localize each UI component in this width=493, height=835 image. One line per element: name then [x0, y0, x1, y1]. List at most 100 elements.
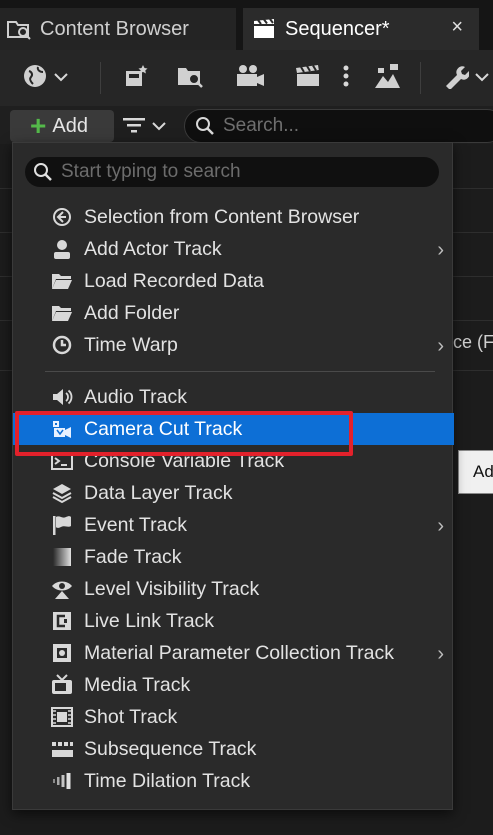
- menu-item-level-visibility-track[interactable]: Level Visibility Track: [13, 573, 454, 605]
- menu-item-add-actor-track[interactable]: Add Actor Track ›: [13, 233, 454, 265]
- filter-button[interactable]: [122, 114, 174, 140]
- tree-hierarchy-icon: [372, 62, 402, 95]
- menu-item-label: Media Track: [84, 673, 191, 696]
- save-sequence-icon: [123, 63, 149, 94]
- chevron-down-icon: [475, 69, 489, 87]
- close-icon[interactable]: ×: [451, 16, 463, 39]
- chevron-right-icon: ›: [437, 643, 444, 665]
- menu-item-label: Time Dilation Track: [84, 769, 251, 792]
- search-icon: [195, 116, 215, 136]
- menu-item-camera-cut-track[interactable]: Camera Cut Track: [13, 413, 454, 445]
- playback-options-button[interactable]: [290, 60, 326, 96]
- camera-cut-icon: [51, 418, 73, 440]
- menu-item-data-layer-track[interactable]: Data Layer Track: [13, 477, 454, 509]
- track-search-input[interactable]: Search...: [184, 109, 493, 143]
- menu-item-label: Subsequence Track: [84, 737, 257, 760]
- menu-item-shot-track[interactable]: Shot Track: [13, 701, 454, 733]
- console-icon: [51, 450, 73, 472]
- folder-open-icon: [51, 270, 73, 292]
- add-label: Add: [52, 114, 88, 137]
- folder-icon: [51, 302, 73, 324]
- menu-item-live-link-track[interactable]: Live Link Track: [13, 605, 454, 637]
- menu-item-label: Time Warp: [84, 333, 178, 356]
- menu-item-selection-from-content-browser[interactable]: Selection from Content Browser: [13, 201, 454, 233]
- render-movie-icon: [234, 63, 266, 94]
- menu-item-label: Add Actor Track: [84, 237, 222, 260]
- live-link-icon: [51, 610, 73, 632]
- menu-search-input[interactable]: Start typing to search: [25, 157, 439, 187]
- track-controls-row: + Add Search...: [0, 106, 493, 144]
- clapperboard-icon: [251, 17, 277, 41]
- visibility-icon: [51, 578, 73, 600]
- layers-icon: [51, 482, 73, 504]
- more-vertical-icon: [342, 64, 350, 93]
- more-options-button[interactable]: [334, 60, 358, 96]
- chevron-down-icon: [152, 118, 166, 136]
- background-track-text: ce (Fo: [453, 332, 493, 352]
- tooltip: Ad: [458, 450, 493, 494]
- filter-icon: [122, 115, 146, 140]
- menu-item-label: Fade Track: [84, 545, 182, 568]
- save-sequence-button[interactable]: [118, 60, 154, 96]
- globe-icon: [22, 63, 48, 94]
- chevron-right-icon: ›: [437, 335, 444, 357]
- menu-item-label: Data Layer Track: [84, 481, 233, 504]
- menu-item-label: Load Recorded Data: [84, 269, 264, 292]
- menu-item-label: Camera Cut Track: [84, 417, 243, 440]
- hierarchy-button[interactable]: [368, 60, 406, 96]
- folder-search-icon: [6, 17, 32, 41]
- menu-item-label: Add Folder: [84, 301, 180, 324]
- world-options-button[interactable]: [16, 60, 74, 96]
- search-placeholder: Search...: [223, 115, 300, 136]
- film-strip-icon: [51, 706, 73, 728]
- flag-icon: [51, 514, 73, 536]
- menu-item-load-recorded-data[interactable]: Load Recorded Data: [13, 265, 454, 297]
- menu-item-console-variable-track[interactable]: Console Variable Track: [13, 445, 454, 477]
- menu-item-subsequence-track[interactable]: Subsequence Track: [13, 733, 454, 765]
- fade-icon: [51, 546, 73, 568]
- menu-item-event-track[interactable]: Event Track ›: [13, 509, 454, 541]
- menu-item-label: Material Parameter Collection Track: [84, 641, 394, 664]
- search-icon: [33, 162, 53, 182]
- sequencer-toolbar: [0, 50, 493, 106]
- menu-item-add-folder[interactable]: Add Folder: [13, 297, 454, 329]
- menu-divider: [45, 371, 435, 372]
- tv-icon: [51, 674, 73, 696]
- menu-item-time-dilation-track[interactable]: Time Dilation Track: [13, 765, 454, 797]
- speaker-icon: [51, 386, 73, 408]
- menu-item-label: Selection from Content Browser: [84, 205, 360, 228]
- menu-item-label: Console Variable Track: [84, 449, 285, 472]
- menu-item-material-parameter-collection-track[interactable]: Material Parameter Collection Track ›: [13, 637, 454, 669]
- tab-content-browser[interactable]: Content Browser: [0, 8, 236, 50]
- menu-item-label: Live Link Track: [84, 609, 215, 632]
- chevron-right-icon: ›: [437, 515, 444, 537]
- time-warp-icon: [51, 334, 73, 356]
- render-movie-button[interactable]: [230, 60, 270, 96]
- add-track-menu: Start typing to search Selection from Co…: [12, 142, 454, 810]
- plus-icon: +: [30, 110, 47, 141]
- toolbar-divider: [420, 62, 421, 94]
- menu-item-label: Event Track: [84, 513, 187, 536]
- subsequence-icon: [51, 738, 73, 760]
- material-icon: [51, 642, 73, 664]
- wrench-icon: [443, 63, 470, 94]
- arrow-circle-icon: [51, 206, 73, 228]
- menu-item-media-track[interactable]: Media Track: [13, 669, 454, 701]
- menu-item-label: Audio Track: [84, 385, 187, 408]
- menu-item-label: Shot Track: [84, 705, 178, 728]
- find-in-browser-icon: [176, 63, 204, 94]
- tab-sequencer[interactable]: Sequencer* ×: [243, 8, 479, 50]
- tools-button[interactable]: [436, 60, 493, 96]
- menu-item-label: Level Visibility Track: [84, 577, 260, 600]
- add-track-button[interactable]: + Add: [10, 110, 114, 142]
- menu-item-fade-track[interactable]: Fade Track: [13, 541, 454, 573]
- chevron-down-icon: [54, 69, 68, 87]
- menu-search-placeholder: Start typing to search: [61, 161, 241, 182]
- menu-item-audio-track[interactable]: Audio Track: [13, 381, 454, 413]
- tab-label: Sequencer*: [285, 17, 390, 40]
- tab-bar: Content Browser Sequencer* ×: [0, 0, 493, 50]
- tab-label: Content Browser: [40, 17, 189, 40]
- find-in-browser-button[interactable]: [172, 60, 208, 96]
- chevron-right-icon: ›: [437, 239, 444, 261]
- menu-item-time-warp[interactable]: Time Warp ›: [13, 329, 454, 361]
